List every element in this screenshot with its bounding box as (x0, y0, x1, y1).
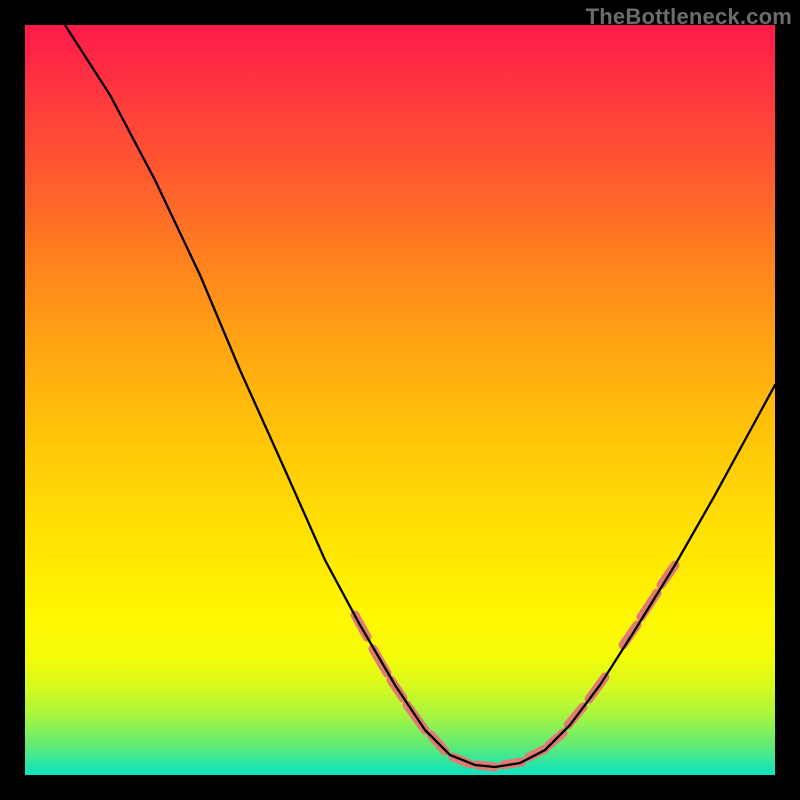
plot-area (25, 25, 775, 775)
right-branch (495, 385, 775, 767)
left-branch (65, 25, 495, 767)
bottleneck-curve (25, 25, 775, 775)
chart-container: TheBottleneck.com (0, 0, 800, 800)
overlay-dash-group (355, 565, 675, 767)
